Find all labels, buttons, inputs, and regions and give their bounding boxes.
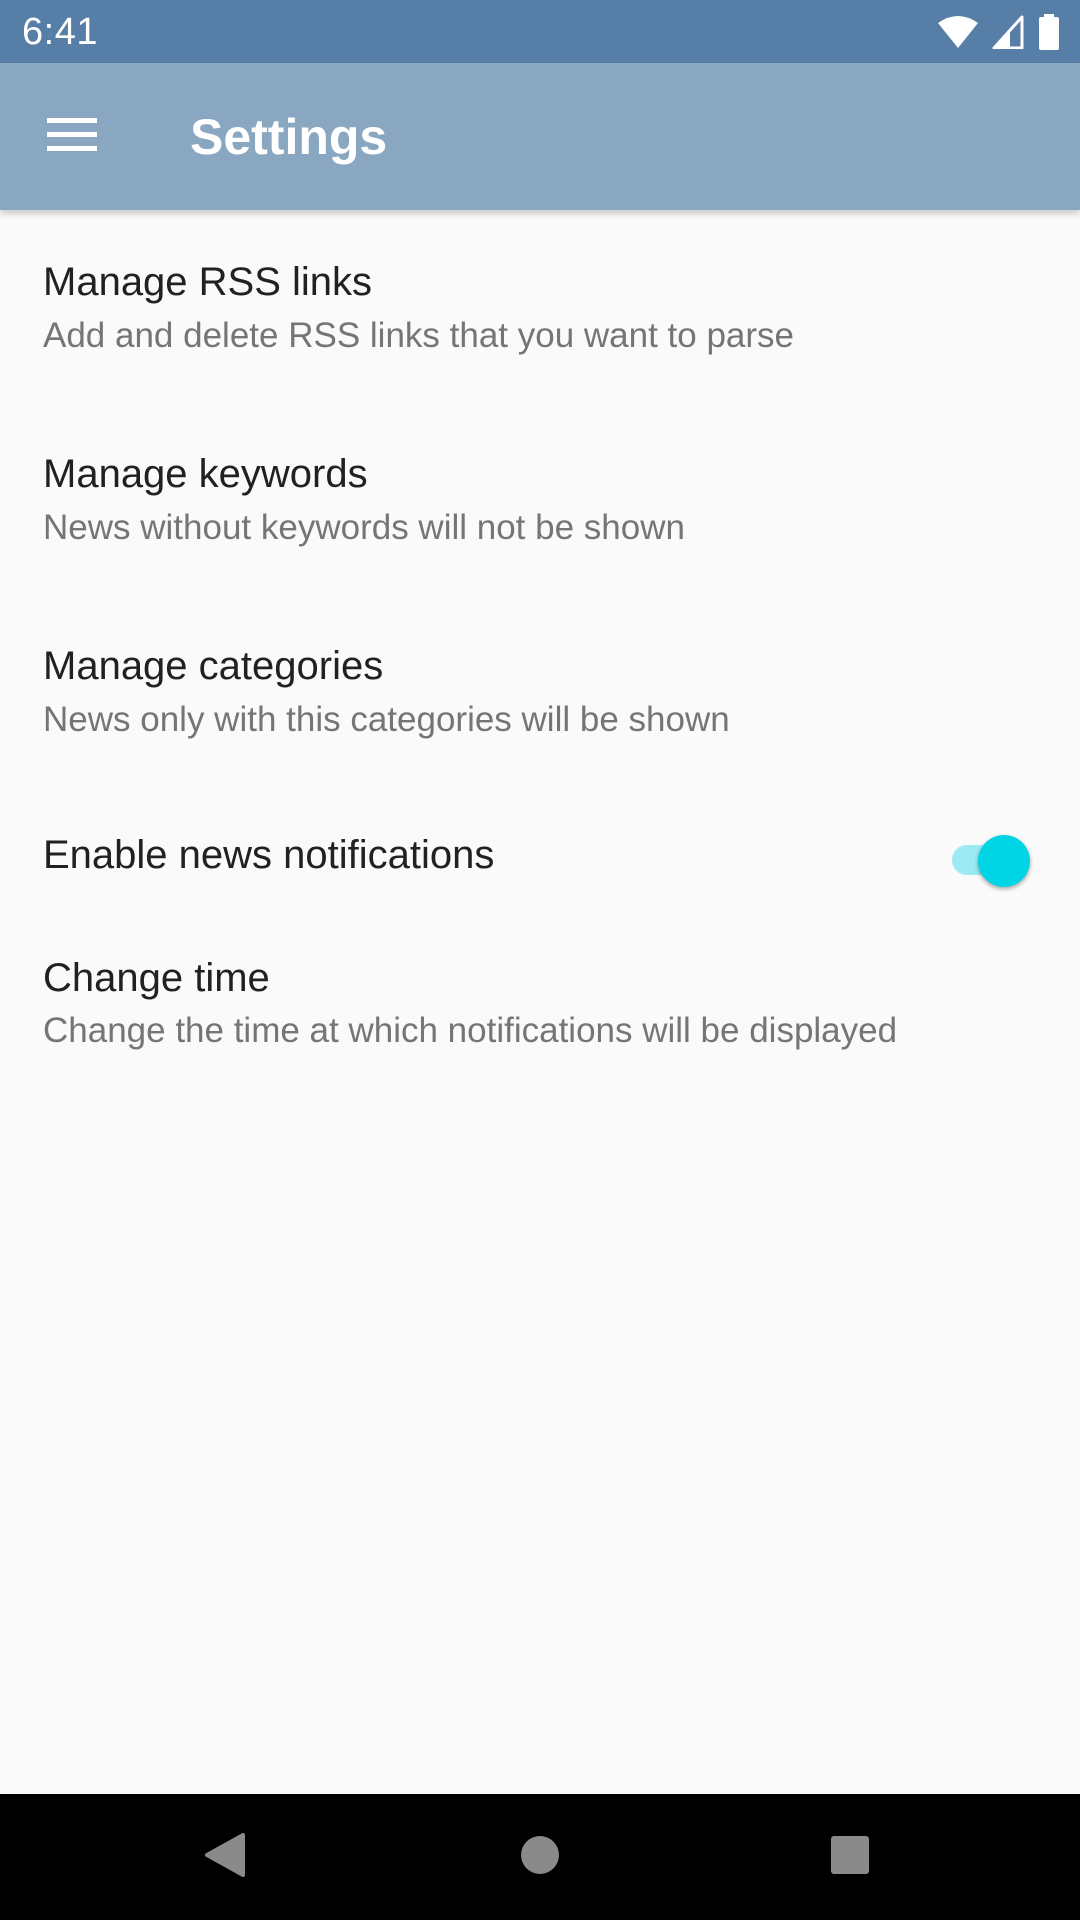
setting-title: Change time [43, 956, 270, 1000]
recents-icon [830, 1835, 870, 1880]
setting-title: Enable news notifications [43, 833, 495, 877]
back-button[interactable] [190, 1822, 260, 1892]
home-button[interactable] [505, 1822, 575, 1892]
setting-summary: News only with this categories will be s… [43, 700, 730, 739]
navigation-bar [0, 1794, 1080, 1920]
app-bar: Settings [0, 63, 1080, 210]
menu-button[interactable] [32, 105, 114, 169]
setting-manage-rss-links[interactable]: Manage RSS links Add and delete RSS link… [0, 210, 1080, 402]
setting-title: Manage categories [43, 644, 384, 688]
battery-icon [1038, 14, 1060, 50]
recents-button[interactable] [815, 1822, 885, 1892]
setting-summary: Add and delete RSS links that you want t… [43, 316, 795, 355]
setting-manage-categories[interactable]: Manage categories News only with this ca… [0, 594, 1080, 786]
hamburger-menu-icon [47, 116, 99, 159]
home-icon [520, 1835, 560, 1880]
cell-signal-icon [992, 15, 1024, 49]
setting-enable-news-notifications[interactable]: Enable news notifications [0, 786, 1080, 926]
page-title: Settings [190, 109, 388, 165]
status-bar: 6:41 [0, 0, 1080, 63]
setting-change-time[interactable]: Change time Change the time at which not… [0, 926, 1080, 1116]
setting-summary: Change the time at which notifications w… [43, 1011, 898, 1050]
back-icon [203, 1832, 247, 1883]
status-icons [938, 12, 1060, 52]
settings-list: Manage RSS links Add and delete RSS link… [0, 210, 1080, 1116]
setting-summary: News without keywords will not be shown [43, 508, 685, 547]
setting-manage-keywords[interactable]: Manage keywords News without keywords wi… [0, 402, 1080, 594]
toggle-thumb [978, 835, 1030, 887]
setting-title: Manage keywords [43, 452, 368, 496]
status-time: 6:41 [22, 11, 98, 53]
notifications-toggle[interactable] [948, 832, 1030, 887]
setting-title: Manage RSS links [43, 260, 373, 304]
wifi-icon [938, 15, 978, 49]
